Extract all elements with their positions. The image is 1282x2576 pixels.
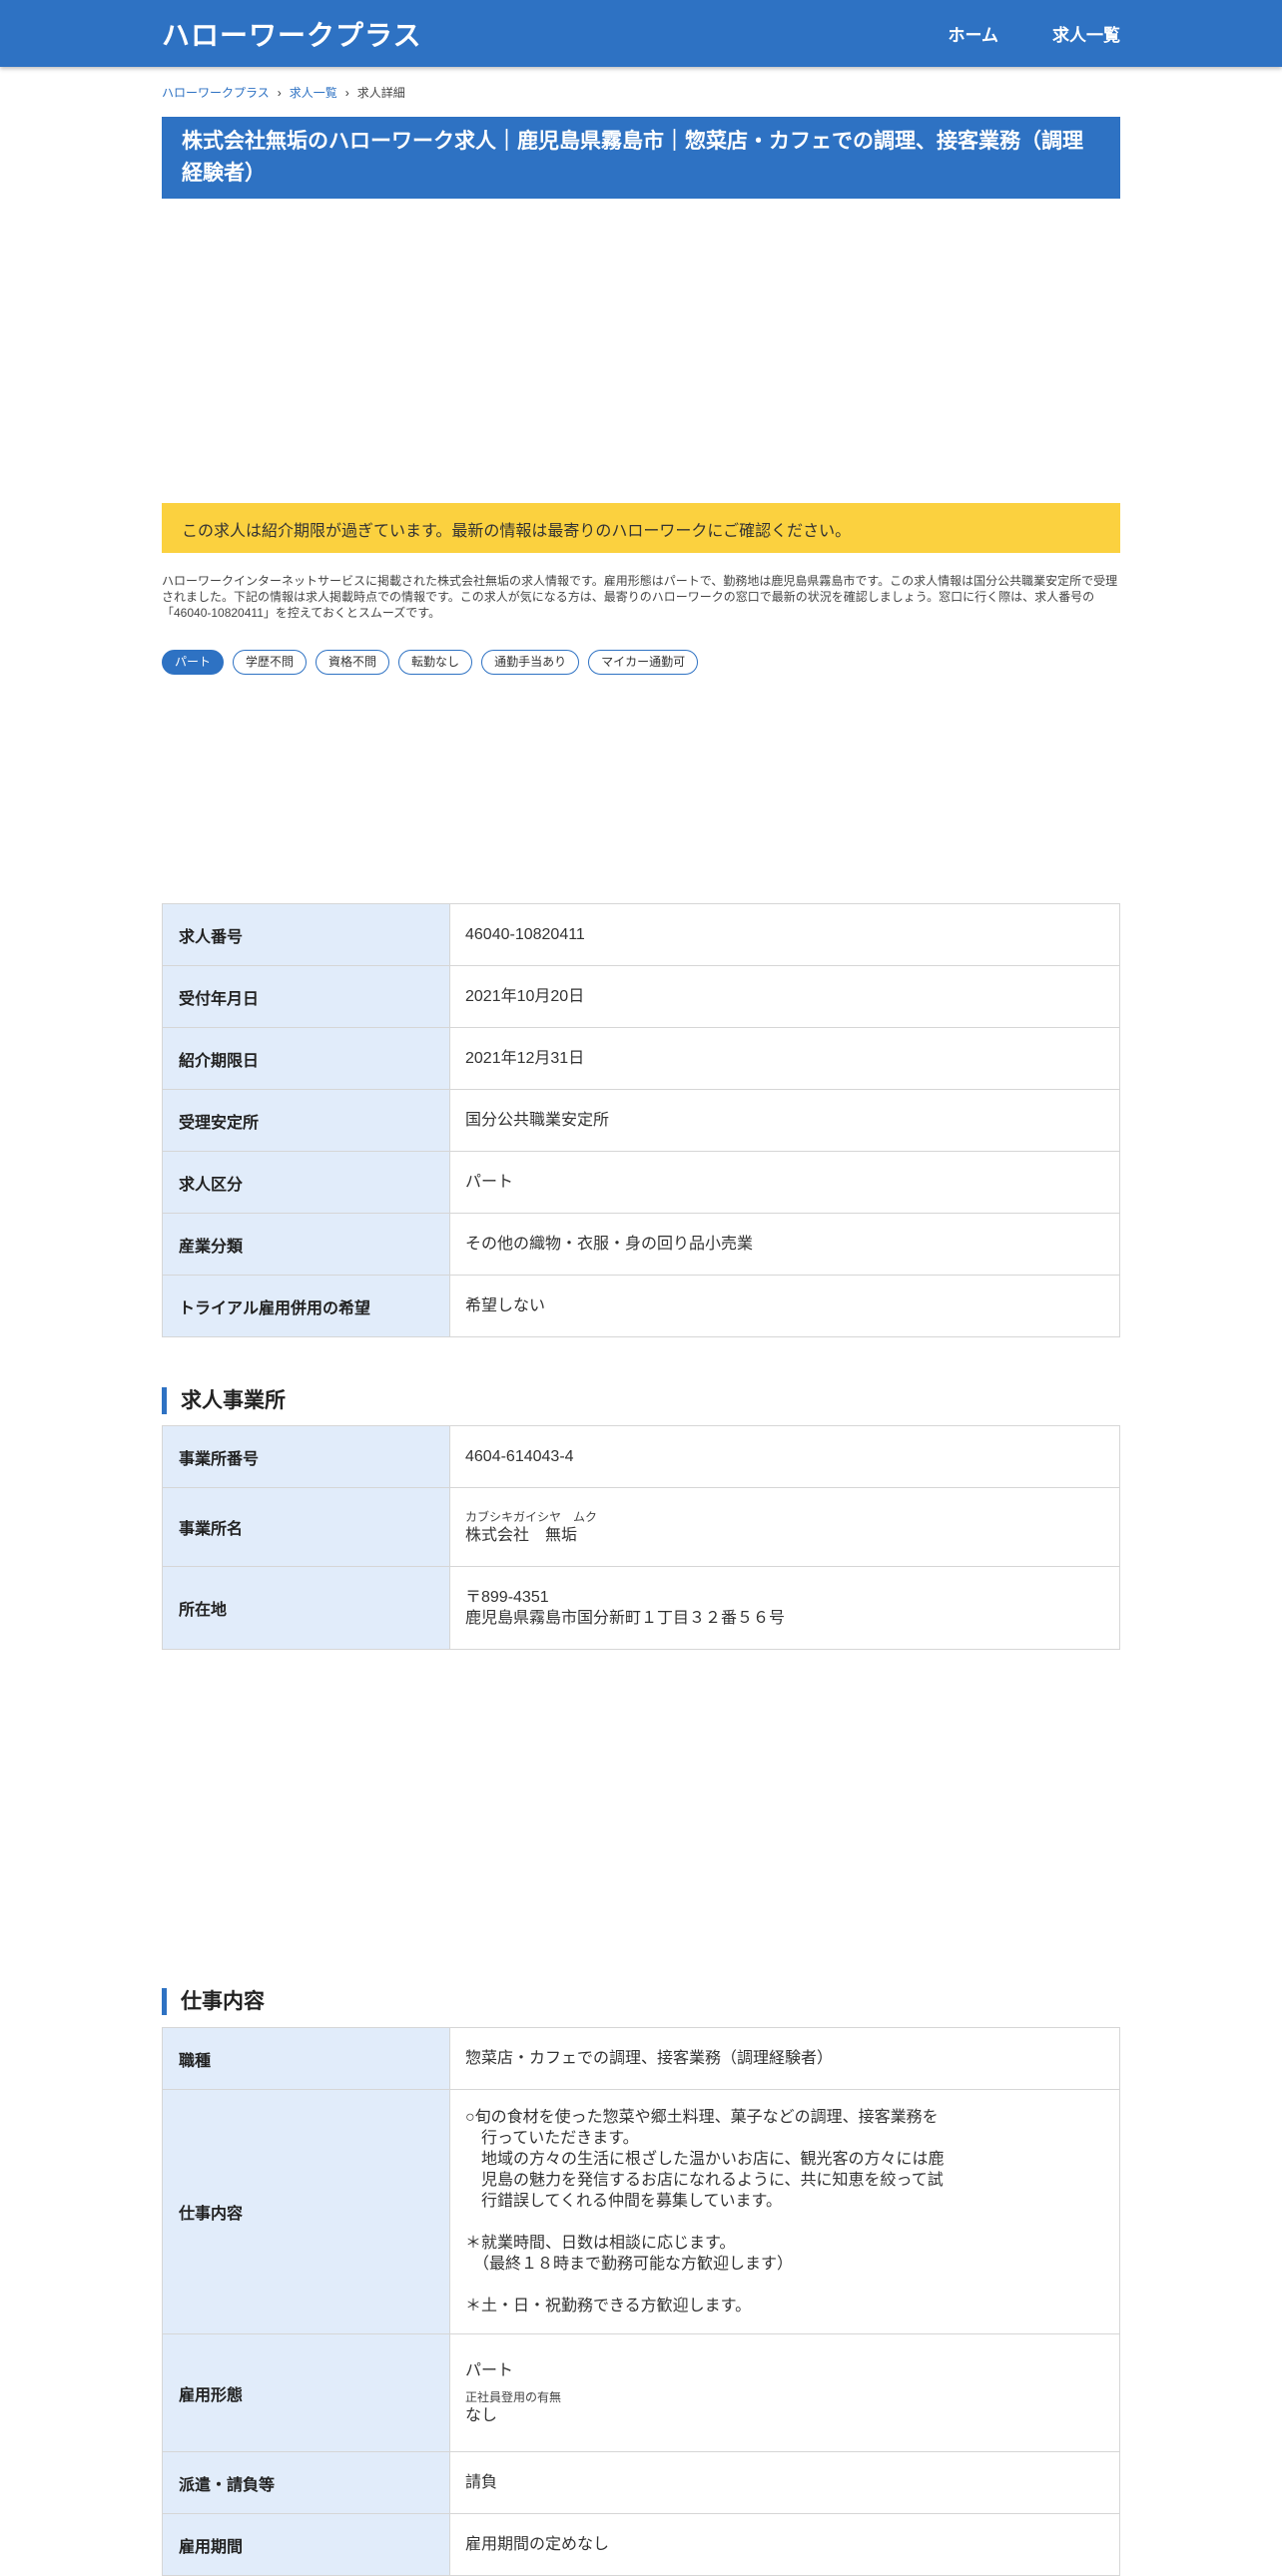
row-label: 雇用期間 <box>162 2513 450 2576</box>
table-row: 求人番号 46040-10820411 <box>162 903 1120 966</box>
table-row: 雇用期間 雇用期間の定めなし <box>162 2513 1120 2576</box>
table-row: 受理安定所 国分公共職業安定所 <box>162 1089 1120 1152</box>
basic-info-table: 求人番号 46040-10820411 受付年月日 2021年10月20日 紹介期限… <box>162 903 1120 1337</box>
regular-employment-value: なし <box>465 2406 498 2424</box>
breadcrumb-current: 求人詳細 <box>356 86 405 100</box>
row-label: 事業所番号 <box>162 1425 450 1488</box>
row-value: 希望しない <box>449 1275 1120 1337</box>
row-label: 所在地 <box>162 1566 450 1650</box>
job-section-heading: 仕事内容 <box>162 1988 265 2015</box>
row-label: トライアル雇用併用の希望 <box>162 1275 450 1337</box>
row-value: 2021年12月31日 <box>449 1027 1120 1090</box>
office-address: 鹿児島県霧島市国分新町１丁目３２番５６号 <box>465 1610 786 1627</box>
dispatch-value: 請負 <box>449 2451 1120 2514</box>
table-row: 派遣・請負等 請負 <box>162 2451 1120 2514</box>
table-row: 事業所番号 4604-614043-4 <box>162 1425 1120 1488</box>
office-info-table: 事業所番号 4604-614043-4 事業所名 カブシキガイシヤ ムク 株式会… <box>162 1425 1120 1650</box>
nav-home-link[interactable]: ホーム <box>949 21 999 46</box>
row-value: 2021年10月20日 <box>449 965 1120 1028</box>
table-row: 受付年月日 2021年10月20日 <box>162 965 1120 1028</box>
row-label: 産業分類 <box>162 1213 450 1276</box>
row-value: その他の織物・衣服・身の回り品小売業 <box>449 1213 1120 1276</box>
job-type: 惣菜店・カフェでの調理、接客業務（調理経験者） <box>449 2027 1120 2090</box>
row-label: 雇用形態 <box>162 2333 450 2452</box>
intro-text: ハローワークインターネットサービスに掲載された株式会社無垢の求人情報です。雇用形… <box>162 574 1118 620</box>
row-value: 国分公共職業安定所 <box>449 1089 1120 1152</box>
nav-job-list-link[interactable]: 求人一覧 <box>1052 21 1120 46</box>
table-row: 仕事内容 ○旬の食材を使った惣菜や郷土料理、菓子などの調理、接客業務を 行ってい… <box>162 2089 1120 2334</box>
breadcrumb-separator-icon: › <box>277 85 282 100</box>
table-row: 所在地 〒899-4351 鹿児島県霧島市国分新町１丁目３２番５６号 <box>162 1566 1120 1650</box>
breadcrumb-home-link[interactable]: ハローワークプラス <box>162 84 270 101</box>
tag-license-any[interactable]: 資格不問 <box>316 650 390 675</box>
row-label: 求人区分 <box>162 1151 450 1214</box>
row-label: 派遣・請負等 <box>162 2451 450 2514</box>
row-label: 受付年月日 <box>162 965 450 1028</box>
regular-employment-label: 正社員登用の有無 <box>465 2389 562 2404</box>
row-label: 仕事内容 <box>162 2089 450 2334</box>
tag-car-commute[interactable]: マイカー通勤可 <box>588 650 699 675</box>
table-row: 産業分類 その他の織物・衣服・身の回り品小売業 <box>162 1213 1120 1276</box>
page-title: 株式会社無垢のハローワーク求人｜鹿児島県霧島市｜惣菜店・カフェでの調理、接客業務… <box>162 117 1120 199</box>
site-header: ハローワークプラス ホーム 求人一覧 <box>0 0 1282 67</box>
employment-period: 雇用期間の定めなし <box>449 2513 1120 2576</box>
office-name-cell: カブシキガイシヤ ムク 株式会社 無垢 <box>449 1487 1120 1567</box>
tag-commute-allowance[interactable]: 通勤手当あり <box>481 650 580 675</box>
row-value: パート <box>449 1151 1120 1214</box>
office-section-heading: 求人事業所 <box>162 1387 286 1414</box>
row-label: 職種 <box>162 2027 450 2090</box>
row-label: 紹介期限日 <box>162 1027 450 1090</box>
office-name: 株式会社 無垢 <box>465 1526 578 1544</box>
row-label: 事業所名 <box>162 1487 450 1567</box>
office-address-cell: 〒899-4351 鹿児島県霧島市国分新町１丁目３２番５６号 <box>449 1566 1120 1650</box>
tag-list: パート 学歴不問 資格不問 転勤なし 通勤手当あり マイカー通勤可 <box>162 650 699 675</box>
row-label: 受理安定所 <box>162 1089 450 1152</box>
table-row: 雇用形態 パート 正社員登用の有無 なし <box>162 2333 1120 2452</box>
header-nav: ホーム 求人一覧 <box>949 21 1121 46</box>
site-logo[interactable]: ハローワークプラス <box>162 14 421 54</box>
table-row: 事業所名 カブシキガイシヤ ムク 株式会社 無垢 <box>162 1487 1120 1567</box>
employment-cell: パート 正社員登用の有無 なし <box>449 2333 1120 2452</box>
office-number: 4604-614043-4 <box>449 1425 1120 1488</box>
table-row: 求人区分 パート <box>162 1151 1120 1214</box>
tag-part-time[interactable]: パート <box>162 650 225 675</box>
expired-notice: この求人は紹介期限が過ぎています。最新の情報は最寄りのハローワークにご確認くださ… <box>162 503 1120 553</box>
table-row: 紹介期限日 2021年12月31日 <box>162 1027 1120 1090</box>
breadcrumb-job-list-link[interactable]: 求人一覧 <box>290 84 337 101</box>
office-zip: 〒899-4351 <box>465 1589 549 1606</box>
employment-type: パート <box>465 2361 514 2379</box>
job-content: ○旬の食材を使った惣菜や郷土料理、菓子などの調理、接客業務を 行っていただきます… <box>449 2089 1120 2334</box>
breadcrumb-separator-icon: › <box>344 85 349 100</box>
tag-no-transfer[interactable]: 転勤なし <box>398 650 473 675</box>
row-value: 46040-10820411 <box>449 903 1120 966</box>
office-name-kana: カブシキガイシヤ ムク <box>465 1509 598 1524</box>
table-row: 職種 惣菜店・カフェでの調理、接客業務（調理経験者） <box>162 2027 1120 2090</box>
tag-education-any[interactable]: 学歴不問 <box>233 650 308 675</box>
row-label: 求人番号 <box>162 903 450 966</box>
job-info-table: 職種 惣菜店・カフェでの調理、接客業務（調理経験者） 仕事内容 ○旬の食材を使っ… <box>162 2027 1120 2576</box>
breadcrumb: ハローワークプラス › 求人一覧 › 求人詳細 <box>162 84 405 101</box>
table-row: トライアル雇用併用の希望 希望しない <box>162 1275 1120 1337</box>
